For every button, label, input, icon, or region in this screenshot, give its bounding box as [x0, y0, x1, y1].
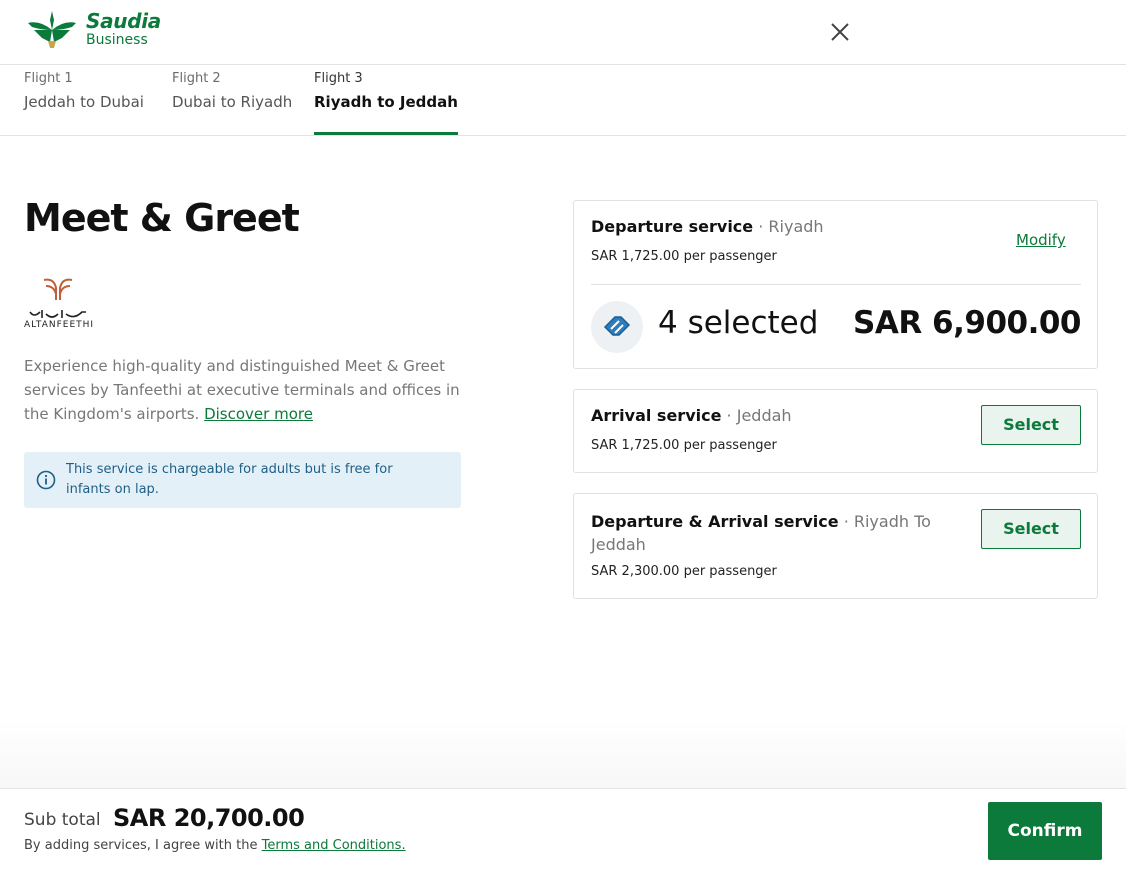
departure-service-card: Departure service · Riyadh SAR 1,725.00 …: [573, 200, 1098, 369]
tab-flight-2[interactable]: Flight 2 Dubai to Riyadh: [172, 71, 292, 135]
terms-agreement: By adding services, I agree with the Ter…: [24, 838, 406, 853]
saudia-business-logo: Saudia Business: [24, 8, 161, 50]
service-location: · Jeddah: [726, 406, 792, 425]
service-description: Experience high-quality and distinguishe…: [24, 354, 464, 426]
close-button[interactable]: [828, 20, 852, 44]
header: Saudia Business: [0, 0, 1126, 65]
subtotal-value: SAR 20,700.00: [113, 804, 305, 832]
handshake-icon: [591, 301, 643, 353]
modify-link[interactable]: Modify: [1016, 231, 1066, 249]
brand-sub: Business: [86, 32, 148, 48]
selected-count: 4 selected: [658, 305, 819, 341]
arrival-service-card: Arrival service · Jeddah SAR 1,725.00 pe…: [573, 389, 1098, 473]
select-departure-arrival-button[interactable]: Select: [981, 509, 1081, 549]
tab-sub-label: Flight 2: [172, 71, 221, 86]
tab-route-label: Jeddah to Dubai: [24, 93, 144, 111]
info-banner: This service is chargeable for adults bu…: [24, 452, 461, 508]
footer-fade: [0, 720, 1126, 788]
tab-sub-label: Flight 1: [24, 71, 73, 86]
divider: [591, 284, 1081, 285]
tab-route-label: Riyadh to Jeddah: [314, 93, 458, 111]
subtotal-label: Sub total: [24, 810, 101, 830]
brand-name: Saudia: [86, 9, 162, 33]
page-title: Meet & Greet: [24, 196, 300, 240]
saudia-palm-icon: [28, 11, 76, 48]
service-title: Departure service · Riyadh: [591, 217, 824, 236]
confirm-button[interactable]: Confirm: [988, 802, 1102, 860]
agree-text: By adding services, I agree with the: [24, 838, 258, 853]
service-price: SAR 1,725.00 per passenger: [591, 438, 777, 453]
info-text: This service is chargeable for adults bu…: [66, 462, 393, 497]
service-title: Departure & Arrival service · Riyadh To …: [591, 510, 961, 556]
flight-tabs: Flight 1 Jeddah to Dubai Flight 2 Dubai …: [0, 65, 1126, 136]
selected-total: SAR 6,900.00: [853, 305, 1081, 341]
service-name: Departure service: [591, 217, 754, 236]
terms-link[interactable]: Terms and Conditions.: [262, 838, 406, 853]
departure-arrival-service-card: Departure & Arrival service · Riyadh To …: [573, 493, 1098, 599]
tab-route-label: Dubai to Riyadh: [172, 93, 293, 111]
service-name: Arrival service: [591, 406, 722, 425]
info-icon: [36, 470, 56, 490]
tab-flight-1[interactable]: Flight 1 Jeddah to Dubai: [24, 71, 144, 135]
discover-more-link[interactable]: Discover more: [204, 405, 313, 423]
service-name: Departure & Arrival service: [591, 512, 839, 531]
service-location: · Riyadh: [758, 217, 824, 236]
partner-name: ALTANFEETHI: [24, 320, 95, 330]
service-price: SAR 2,300.00 per passenger: [591, 564, 777, 579]
footer: Sub total SAR 20,700.00 By adding servic…: [0, 788, 1126, 873]
tab-sub-label: Flight 3: [314, 71, 363, 86]
service-price: SAR 1,725.00 per passenger: [591, 249, 777, 264]
service-title: Arrival service · Jeddah: [591, 406, 792, 425]
close-icon: [831, 23, 849, 41]
select-arrival-button[interactable]: Select: [981, 405, 1081, 445]
tab-flight-3[interactable]: Flight 3 Riyadh to Jeddah: [314, 71, 458, 135]
